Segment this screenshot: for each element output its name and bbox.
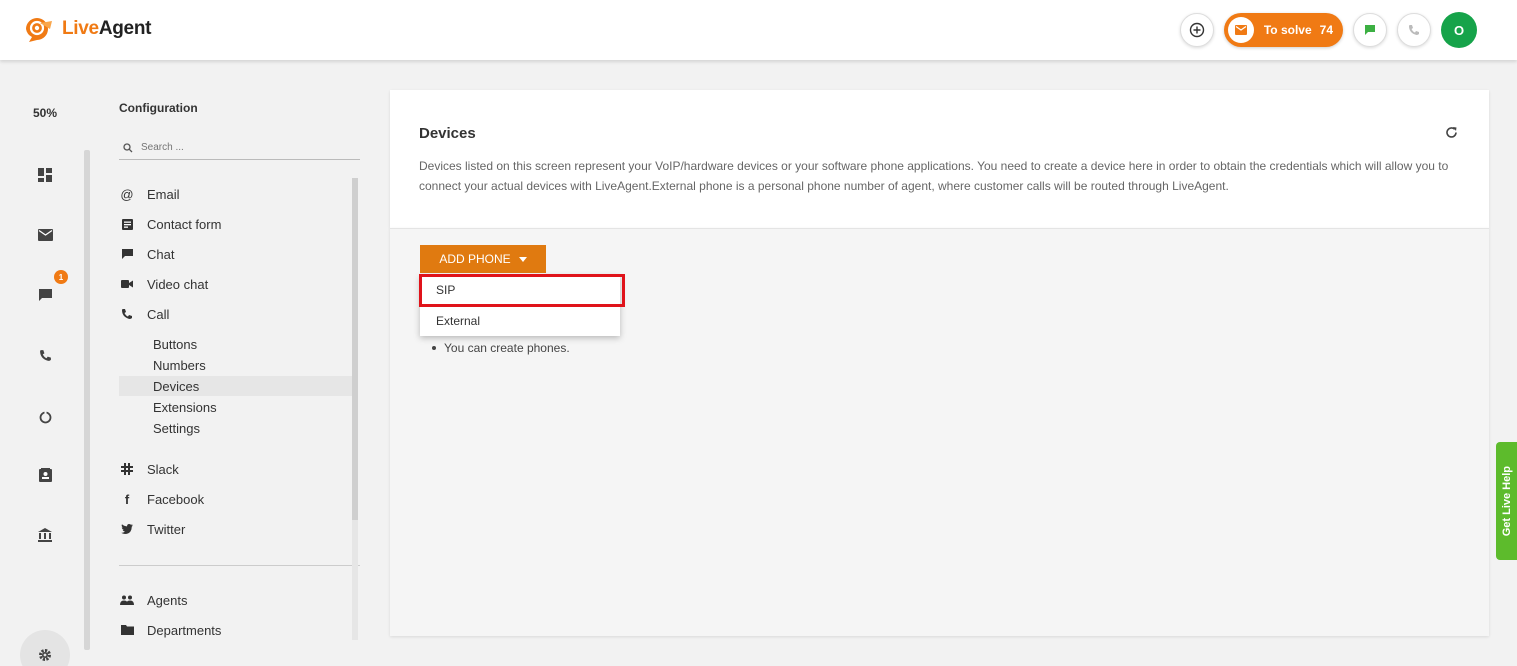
config-item-video-chat[interactable]: Video chat [119,271,208,297]
gear-icon [39,649,51,661]
chat-status-button[interactable] [1353,13,1387,47]
config-item-agents[interactable]: Agents [119,587,187,613]
add-phone-button[interactable]: ADD PHONE [420,245,546,273]
config-item-label: Contact form [147,216,222,232]
liveagent-logo-icon [22,15,56,43]
call-sub-buttons[interactable]: Buttons [119,334,352,354]
caret-down-icon [518,256,527,262]
form-icon [119,216,135,232]
twitter-icon [119,521,135,537]
slack-icon [119,461,135,477]
to-solve-button[interactable]: To solve 74 [1223,13,1343,47]
knowledgebase-icon[interactable] [36,526,54,544]
tickets-badge: 1 [54,270,68,284]
call-sub-settings[interactable]: Settings [119,418,352,438]
config-item-label: Video chat [147,276,209,292]
config-scrollbar-thumb[interactable] [352,178,358,520]
phone-icon [119,306,135,322]
logo-agent-text: Agent [98,18,152,39]
get-live-help-button[interactable]: Get Live Help [1496,442,1517,560]
page-description: Devices listed on this screen represent … [419,159,1449,193]
config-item-label: Chat [147,246,175,262]
config-item-departments[interactable]: Departments [119,617,221,643]
logo-live-text: Live [62,18,99,39]
search-icon [123,142,133,152]
chat-icon [119,246,135,262]
rail-scrollbar[interactable] [84,150,90,650]
facebook-icon: f [124,491,130,507]
dropdown-item-external[interactable]: External [420,306,620,336]
phone-status-button[interactable] [1397,13,1431,47]
to-solve-label: To solve [1263,23,1312,37]
devices-header-card: Devices Devices listed on this screen re… [390,90,1489,228]
mail-icon [1227,17,1254,43]
config-item-label: Call [147,306,170,322]
config-item-label: Email [147,186,180,202]
config-item-label: Slack [147,461,179,477]
config-item-label: Twitter [147,521,186,537]
configuration-title: Configuration [119,101,198,115]
info-bullet-text: You can create phones. [444,341,570,355]
reports-icon[interactable] [36,408,54,426]
call-sub-extensions[interactable]: Extensions [119,397,352,417]
chat-icon [1365,25,1375,35]
zoom-level: 50% [33,106,58,120]
top-bar: LiveAgent To solve 74 O [0,0,1517,60]
folder-icon [119,622,135,638]
config-item-label: Facebook [147,491,205,507]
sip-highlight-box [419,274,625,307]
config-item-email[interactable]: @ Email [119,181,180,207]
search-field[interactable] [119,136,360,160]
settings-button[interactable] [20,630,70,666]
config-item-chat[interactable]: Chat [119,241,174,267]
dashboard-icon[interactable] [36,166,54,184]
get-live-help-label: Get Live Help [1500,465,1513,537]
to-solve-count: 74 [1319,23,1333,37]
tickets-icon[interactable] [36,226,54,244]
phone-icon[interactable] [36,346,54,364]
call-sub-devices[interactable]: Devices [119,376,352,396]
config-item-twitter[interactable]: Twitter [119,516,185,542]
search-input[interactable] [141,142,321,153]
add-icon [1189,22,1205,38]
refresh-icon[interactable] [1443,124,1459,140]
phone-icon [1409,25,1419,35]
bullet-dot [432,346,436,350]
page-title: Devices [419,125,476,142]
info-bullet: You can create phones. [432,341,570,355]
video-icon [119,276,135,292]
add-phone-label: ADD PHONE [439,252,511,266]
contacts-icon[interactable] [36,466,54,484]
chat-icon[interactable] [36,286,54,304]
avatar[interactable]: O [1441,12,1477,48]
call-sub-numbers[interactable]: Numbers [119,355,352,375]
add-button[interactable] [1179,13,1214,47]
config-divider [119,565,360,566]
config-item-contact-form[interactable]: Contact form [119,211,221,237]
config-item-label: Agents [147,592,188,608]
config-item-call[interactable]: Call [119,301,169,327]
config-scrollbar-track[interactable] [352,520,358,640]
config-item-slack[interactable]: Slack [119,456,179,482]
agents-icon [119,592,135,608]
config-item-label: Departments [147,622,222,638]
config-item-facebook[interactable]: f Facebook [119,486,204,512]
left-rail: 50% 1 [0,60,90,666]
configuration-panel: Configuration @ Email Contact form Chat … [100,60,360,666]
logo[interactable]: LiveAgent [22,15,151,43]
at-icon: @ [120,186,134,202]
